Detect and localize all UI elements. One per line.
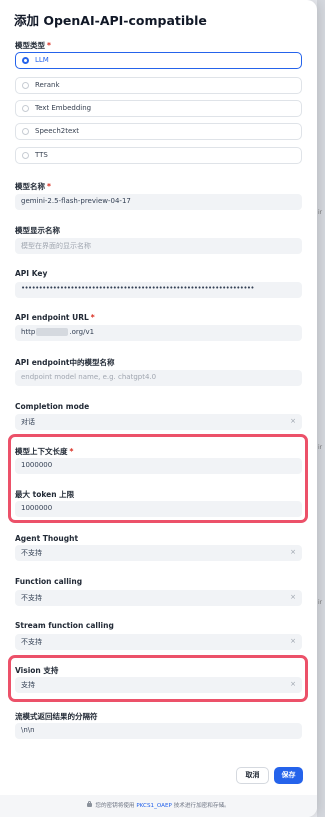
vision-select[interactable]: 支持 × <box>15 677 302 693</box>
model-name-label: 模型名称 * <box>15 182 51 191</box>
agent-thought-label: Agent Thought <box>15 534 79 543</box>
stream-function-calling-select[interactable]: 不支持 × <box>15 634 302 650</box>
clear-icon[interactable]: × <box>290 593 296 601</box>
endpoint-url-input[interactable]: http .org/v1 <box>15 325 302 341</box>
function-calling-select[interactable]: 不支持 × <box>15 590 302 606</box>
stream-delimiter-input[interactable]: \n\n <box>15 723 302 739</box>
lock-icon <box>87 801 93 807</box>
save-button[interactable]: 保存 <box>274 767 303 784</box>
model-type-option-tts[interactable]: TTS <box>15 147 302 164</box>
model-type-label: 模型类型 * <box>15 41 51 50</box>
radio-icon <box>22 128 29 135</box>
radio-icon <box>22 105 29 112</box>
dialog-title: 添加 OpenAI-API-compatible <box>14 13 207 28</box>
background-page-strip: ir ir ir <box>317 0 325 817</box>
vision-label: Vision 支持 <box>15 666 59 675</box>
endpoint-url-label: API endpoint URL * <box>15 313 95 322</box>
clear-icon[interactable]: × <box>290 637 296 645</box>
endpoint-model-name-label: API endpoint中的模型名称 <box>15 358 115 367</box>
display-name-input[interactable]: 模型在界面的显示名称 <box>15 238 302 254</box>
function-calling-label: Function calling <box>15 577 83 586</box>
api-key-label: API Key <box>15 269 48 278</box>
model-name-input[interactable]: gemini-2.5-flash-preview-04-17 <box>15 194 302 210</box>
max-tokens-input[interactable]: 1000000 <box>15 501 302 517</box>
radio-icon <box>22 57 29 64</box>
cancel-button[interactable]: 取消 <box>236 767 269 784</box>
clear-icon[interactable]: × <box>290 417 296 425</box>
context-length-input[interactable]: 1000000 <box>15 458 302 474</box>
agent-thought-select[interactable]: 不支持 × <box>15 545 302 561</box>
pkcs-link[interactable]: PKCS1_OAEP <box>136 803 172 809</box>
model-type-option-llm[interactable]: LLM <box>15 52 302 69</box>
display-name-label: 模型显示名称 <box>15 226 60 235</box>
radio-icon <box>22 152 29 159</box>
endpoint-model-name-input[interactable]: endpoint model name, e.g. chatgpt4.0 <box>15 370 302 386</box>
model-type-option-speech2text[interactable]: Speech2text <box>15 123 302 140</box>
context-length-label: 模型上下文长度 * <box>15 447 74 456</box>
redacted-region <box>36 328 69 336</box>
radio-icon <box>22 82 29 89</box>
api-key-input[interactable]: ••••••••••••••••••••••••••••••••••••••••… <box>15 282 302 298</box>
add-model-dialog: 添加 OpenAI-API-compatible 模型类型 * LLM Reran… <box>0 0 317 817</box>
completion-mode-label: Completion mode <box>15 402 90 411</box>
model-type-option-text-embedding[interactable]: Text Embedding <box>15 100 302 117</box>
encryption-notice: 您的密钥将使用 PKCS1_OAEP 技术进行加密和存储。 <box>0 795 317 817</box>
stream-function-calling-label: Stream function calling <box>15 621 114 630</box>
max-tokens-label: 最大 token 上限 <box>15 490 75 499</box>
clear-icon[interactable]: × <box>290 680 296 688</box>
stream-delimiter-label: 流模式返回结果的分隔符 <box>15 712 98 721</box>
model-type-option-rerank[interactable]: Rerank <box>15 77 302 94</box>
completion-mode-select[interactable]: 对话 × <box>15 414 302 430</box>
clear-icon[interactable]: × <box>290 548 296 556</box>
